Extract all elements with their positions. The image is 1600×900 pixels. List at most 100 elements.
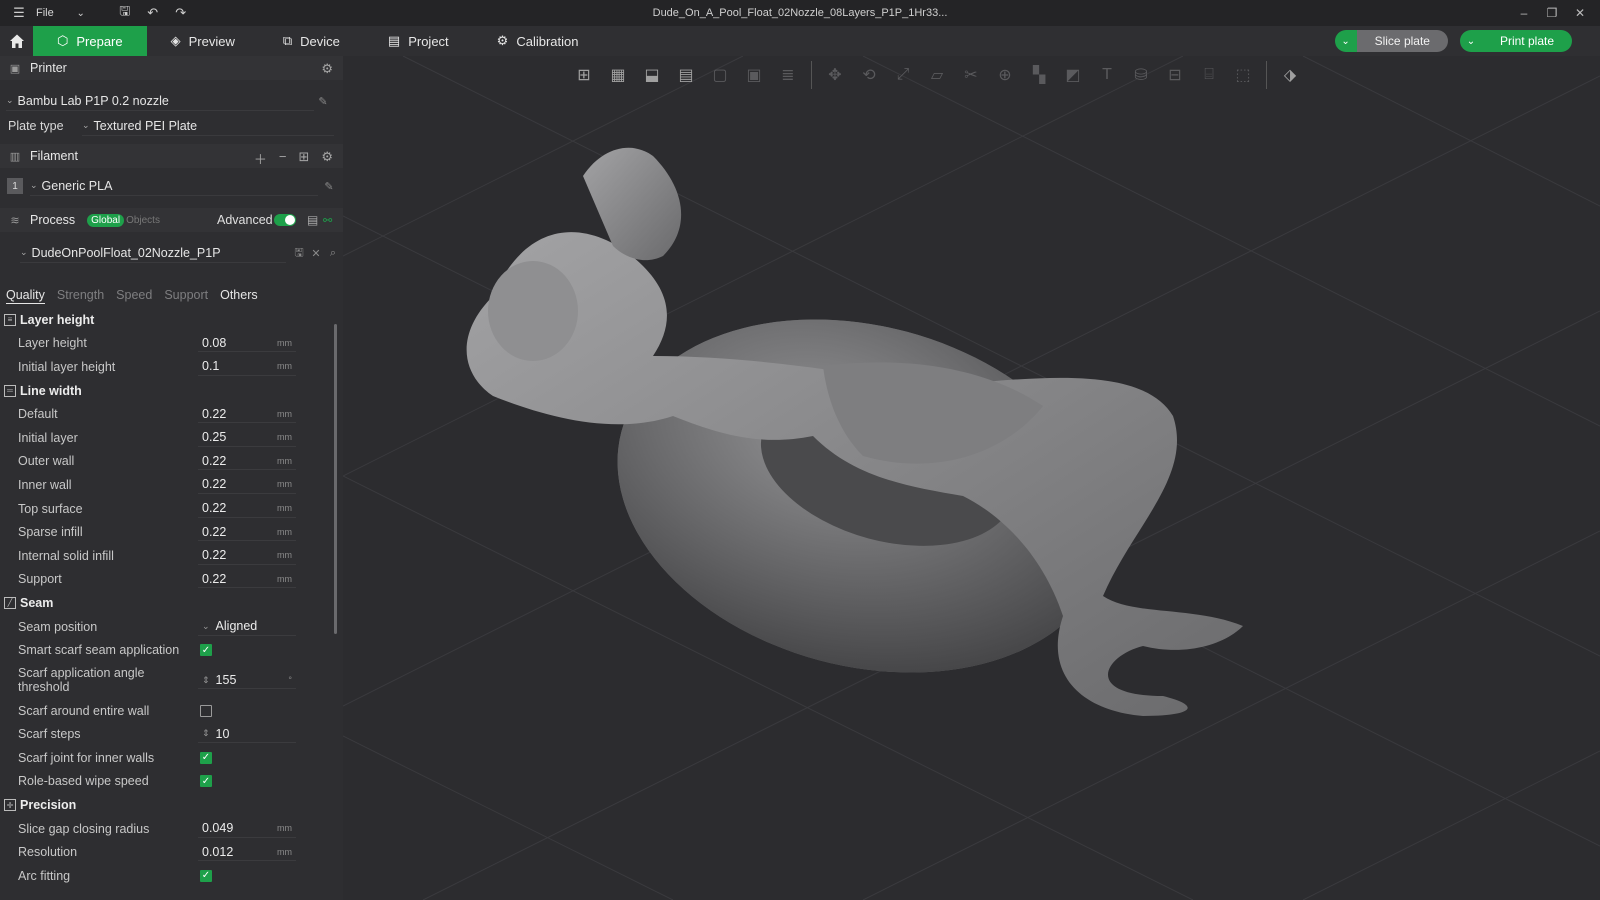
add-icon[interactable]: ＋ [254,149,267,168]
advanced-label: Advanced [217,213,273,227]
cut-icon[interactable]: ✂ [956,60,986,90]
split-parts-icon[interactable]: ▣ [739,60,769,90]
param-input[interactable]: 0.22 mm [198,500,296,518]
close-icon[interactable]: ✕ [309,246,323,260]
list-view-icon[interactable]: ▤ [307,213,318,227]
param-input[interactable]: 0.08 mm [198,334,296,353]
sidebar-scrollbar[interactable] [334,324,337,634]
filament-sync-icon[interactable]: ⊞ [298,149,309,168]
role-based-wipe-checkbox[interactable]: ✓ [200,775,212,788]
assembly-icon[interactable]: ⌸ [1194,60,1224,90]
advanced-switch[interactable] [274,214,296,226]
tab-prepare[interactable]: ⬡ Prepare [33,26,147,56]
save-profile-icon[interactable]: 🖫 [292,246,306,260]
objects-toggle[interactable]: Objects [126,215,160,226]
param-label: Role-based wipe speed [18,774,149,789]
chevron-down-icon[interactable]: ⌄ [70,3,92,23]
close-icon[interactable]: ✕ [1566,0,1594,26]
tab-others[interactable]: Others [220,288,258,304]
param-input[interactable]: 0.22 mm [198,452,296,471]
param-line-width-initial-layer: Initial layer 0.25 mm [0,426,330,450]
smart-scarf-checkbox[interactable]: ✓ [200,644,212,657]
brim-ears-icon[interactable]: ⬚ [1228,60,1258,90]
param-label: Inner wall [18,477,72,492]
tab-project[interactable]: ▤ Project [364,26,473,56]
home-icon[interactable] [0,26,33,56]
rotate-icon[interactable]: ⟲ [854,60,884,90]
param-line-width-internal-solid-infill: Internal solid infill 0.22 mm [0,544,330,568]
measure-icon[interactable]: ⊟ [1160,60,1190,90]
hamburger-menu-icon[interactable]: ☰ [8,3,30,23]
param-input[interactable]: 0.22 mm [198,476,296,494]
scarf-angle-input[interactable]: ⇕ 155 ° [198,671,296,690]
param-label: Outer wall [18,454,75,469]
boolean-icon[interactable]: ⊕ [990,60,1020,90]
scale-icon[interactable]: ⤢ [888,60,918,90]
restore-icon[interactable]: ❐ [1538,0,1566,26]
param-input[interactable]: 0.22 mm [198,523,296,542]
filament-selector[interactable]: ⌄ Generic PLA [30,176,318,196]
settings-icon[interactable]: ⚙ [321,61,333,77]
add-object-icon[interactable]: ⊞ [569,60,599,90]
search-icon[interactable]: ⌕ [326,246,340,260]
param-input[interactable]: 0.1 mm [198,358,296,376]
minimize-icon[interactable]: – [1510,0,1538,26]
file-menu[interactable]: File [36,7,54,19]
param-input[interactable]: 0.22 mm [198,405,296,424]
edit-icon[interactable]: ✎ [322,179,336,193]
scarf-steps-input[interactable]: ⇕ 10 [198,725,296,744]
param-role-based-wipe: Role-based wipe speed ✓ [0,770,330,794]
tab-strength[interactable]: Strength [57,288,104,304]
compare-icon[interactable]: ⚯ [323,214,332,227]
redo-icon[interactable]: ↷ [170,3,192,23]
process-profile-name: DudeOnPoolFloat_02Nozzle_P1P [31,245,221,260]
print-plate-button[interactable]: ⌄ Print plate [1459,30,1572,52]
view-mode-icon[interactable]: ⬗ [1275,60,1305,90]
arrange-icon[interactable]: ▤ [671,60,701,90]
seam-position-select[interactable]: ⌄ Aligned [198,618,296,636]
printer-selector[interactable]: ⌄ Bambu Lab P1P 0.2 nozzle [6,91,314,111]
group-seam: ╱ Seam [0,591,330,615]
tab-preview[interactable]: ◈ Preview [147,26,259,56]
color-paint-icon[interactable]: ⛁ [1126,60,1156,90]
support-paint-icon[interactable]: ▚ [1024,60,1054,90]
chevron-down-icon: ⌄ [6,95,14,105]
edit-icon[interactable]: ✎ [316,94,330,108]
global-toggle[interactable]: Global [87,213,125,227]
process-profile-selector[interactable]: ⌄ DudeOnPoolFloat_02Nozzle_P1P [20,243,286,263]
undo-icon[interactable]: ↶ [142,3,164,23]
calibration-icon: ⚙ [496,33,509,48]
tab-device[interactable]: ⧉ Device [259,26,364,56]
seam-paint-icon[interactable]: ◩ [1058,60,1088,90]
param-input[interactable]: 0.049 mm [198,820,296,838]
process-section-header: ≋ Process Global Objects Advanced ▤ ⚯ [0,208,343,232]
chevron-down-icon[interactable]: ⌄ [1459,30,1482,52]
param-input[interactable]: 0.012 mm [198,843,296,862]
param-input[interactable]: 0.25 mm [198,429,296,447]
arc-fitting-checkbox[interactable]: ✓ [200,869,212,882]
lay-on-face-icon[interactable]: ⏥ [922,60,952,90]
param-layer-height: Layer height 0.08 mm [0,332,330,356]
variable-layer-icon[interactable]: ≣ [773,60,803,90]
text-icon[interactable]: T [1092,60,1122,90]
3d-viewport[interactable]: ⊞ ▦ ⬓ ▤ ▢ ▣ ≣ ✥ ⟲ ⤢ ⏥ ✂ ⊕ ▚ ◩ T ⛁ ⊟ ⌸ ⬚ … [343,56,1600,900]
param-input[interactable]: 0.22 mm [198,547,296,565]
remove-icon[interactable]: − [279,149,287,168]
split-objects-icon[interactable]: ▢ [705,60,735,90]
tab-support[interactable]: Support [164,288,208,304]
param-label: Slice gap closing radius [18,821,150,836]
move-icon[interactable]: ✥ [820,60,850,90]
scarf-inner-walls-checkbox[interactable]: ✓ [200,751,212,764]
plate-type-selector[interactable]: ⌄ Textured PEI Plate [82,116,334,136]
chevron-down-icon[interactable]: ⌄ [1334,30,1357,52]
tab-calibration[interactable]: ⚙ Calibration [473,26,603,56]
slice-plate-button[interactable]: ⌄ Slice plate [1334,30,1448,52]
scarf-around-wall-checkbox[interactable] [200,704,212,717]
param-input[interactable]: 0.22 mm [198,570,296,589]
add-plate-icon[interactable]: ▦ [603,60,633,90]
tab-quality[interactable]: Quality [6,288,45,304]
save-icon[interactable]: 🖫 [114,3,136,23]
tab-speed[interactable]: Speed [116,288,152,304]
settings-icon[interactable]: ⚙ [321,149,333,168]
auto-orient-icon[interactable]: ⬓ [637,60,667,90]
